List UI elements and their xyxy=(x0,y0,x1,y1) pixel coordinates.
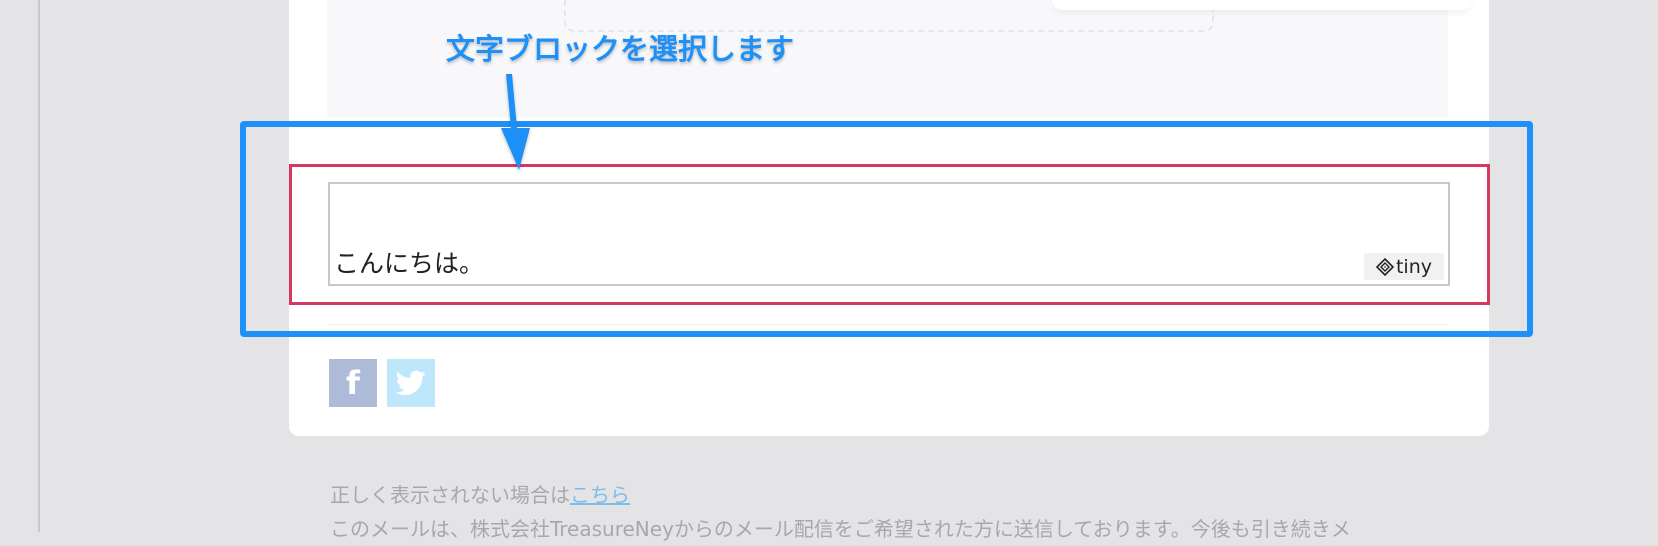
footer-line-1-text: 正しく表示されない場合は xyxy=(330,483,570,507)
twitter-icon xyxy=(396,370,426,395)
facebook-button[interactable]: f xyxy=(329,359,377,407)
annotation-selection-box xyxy=(240,121,1533,337)
twitter-button[interactable] xyxy=(387,359,435,407)
footer-line-1: 正しく表示されない場合はこちら xyxy=(330,478,1630,512)
annotation-arrow-icon xyxy=(501,74,530,170)
annotation-label: 文字ブロックを選択します xyxy=(446,32,795,66)
email-footer: 正しく表示されない場合はこちら このメールは、株式会社TreasureNeyから… xyxy=(330,478,1630,546)
footer-line-2: このメールは、株式会社TreasureNeyからのメール配信をご希望された方に送… xyxy=(330,517,1351,541)
footer-link[interactable]: こちら xyxy=(570,483,630,507)
page-left-border xyxy=(38,0,40,532)
image-toolbar-shadow xyxy=(1052,0,1472,10)
facebook-icon: f xyxy=(346,364,360,402)
